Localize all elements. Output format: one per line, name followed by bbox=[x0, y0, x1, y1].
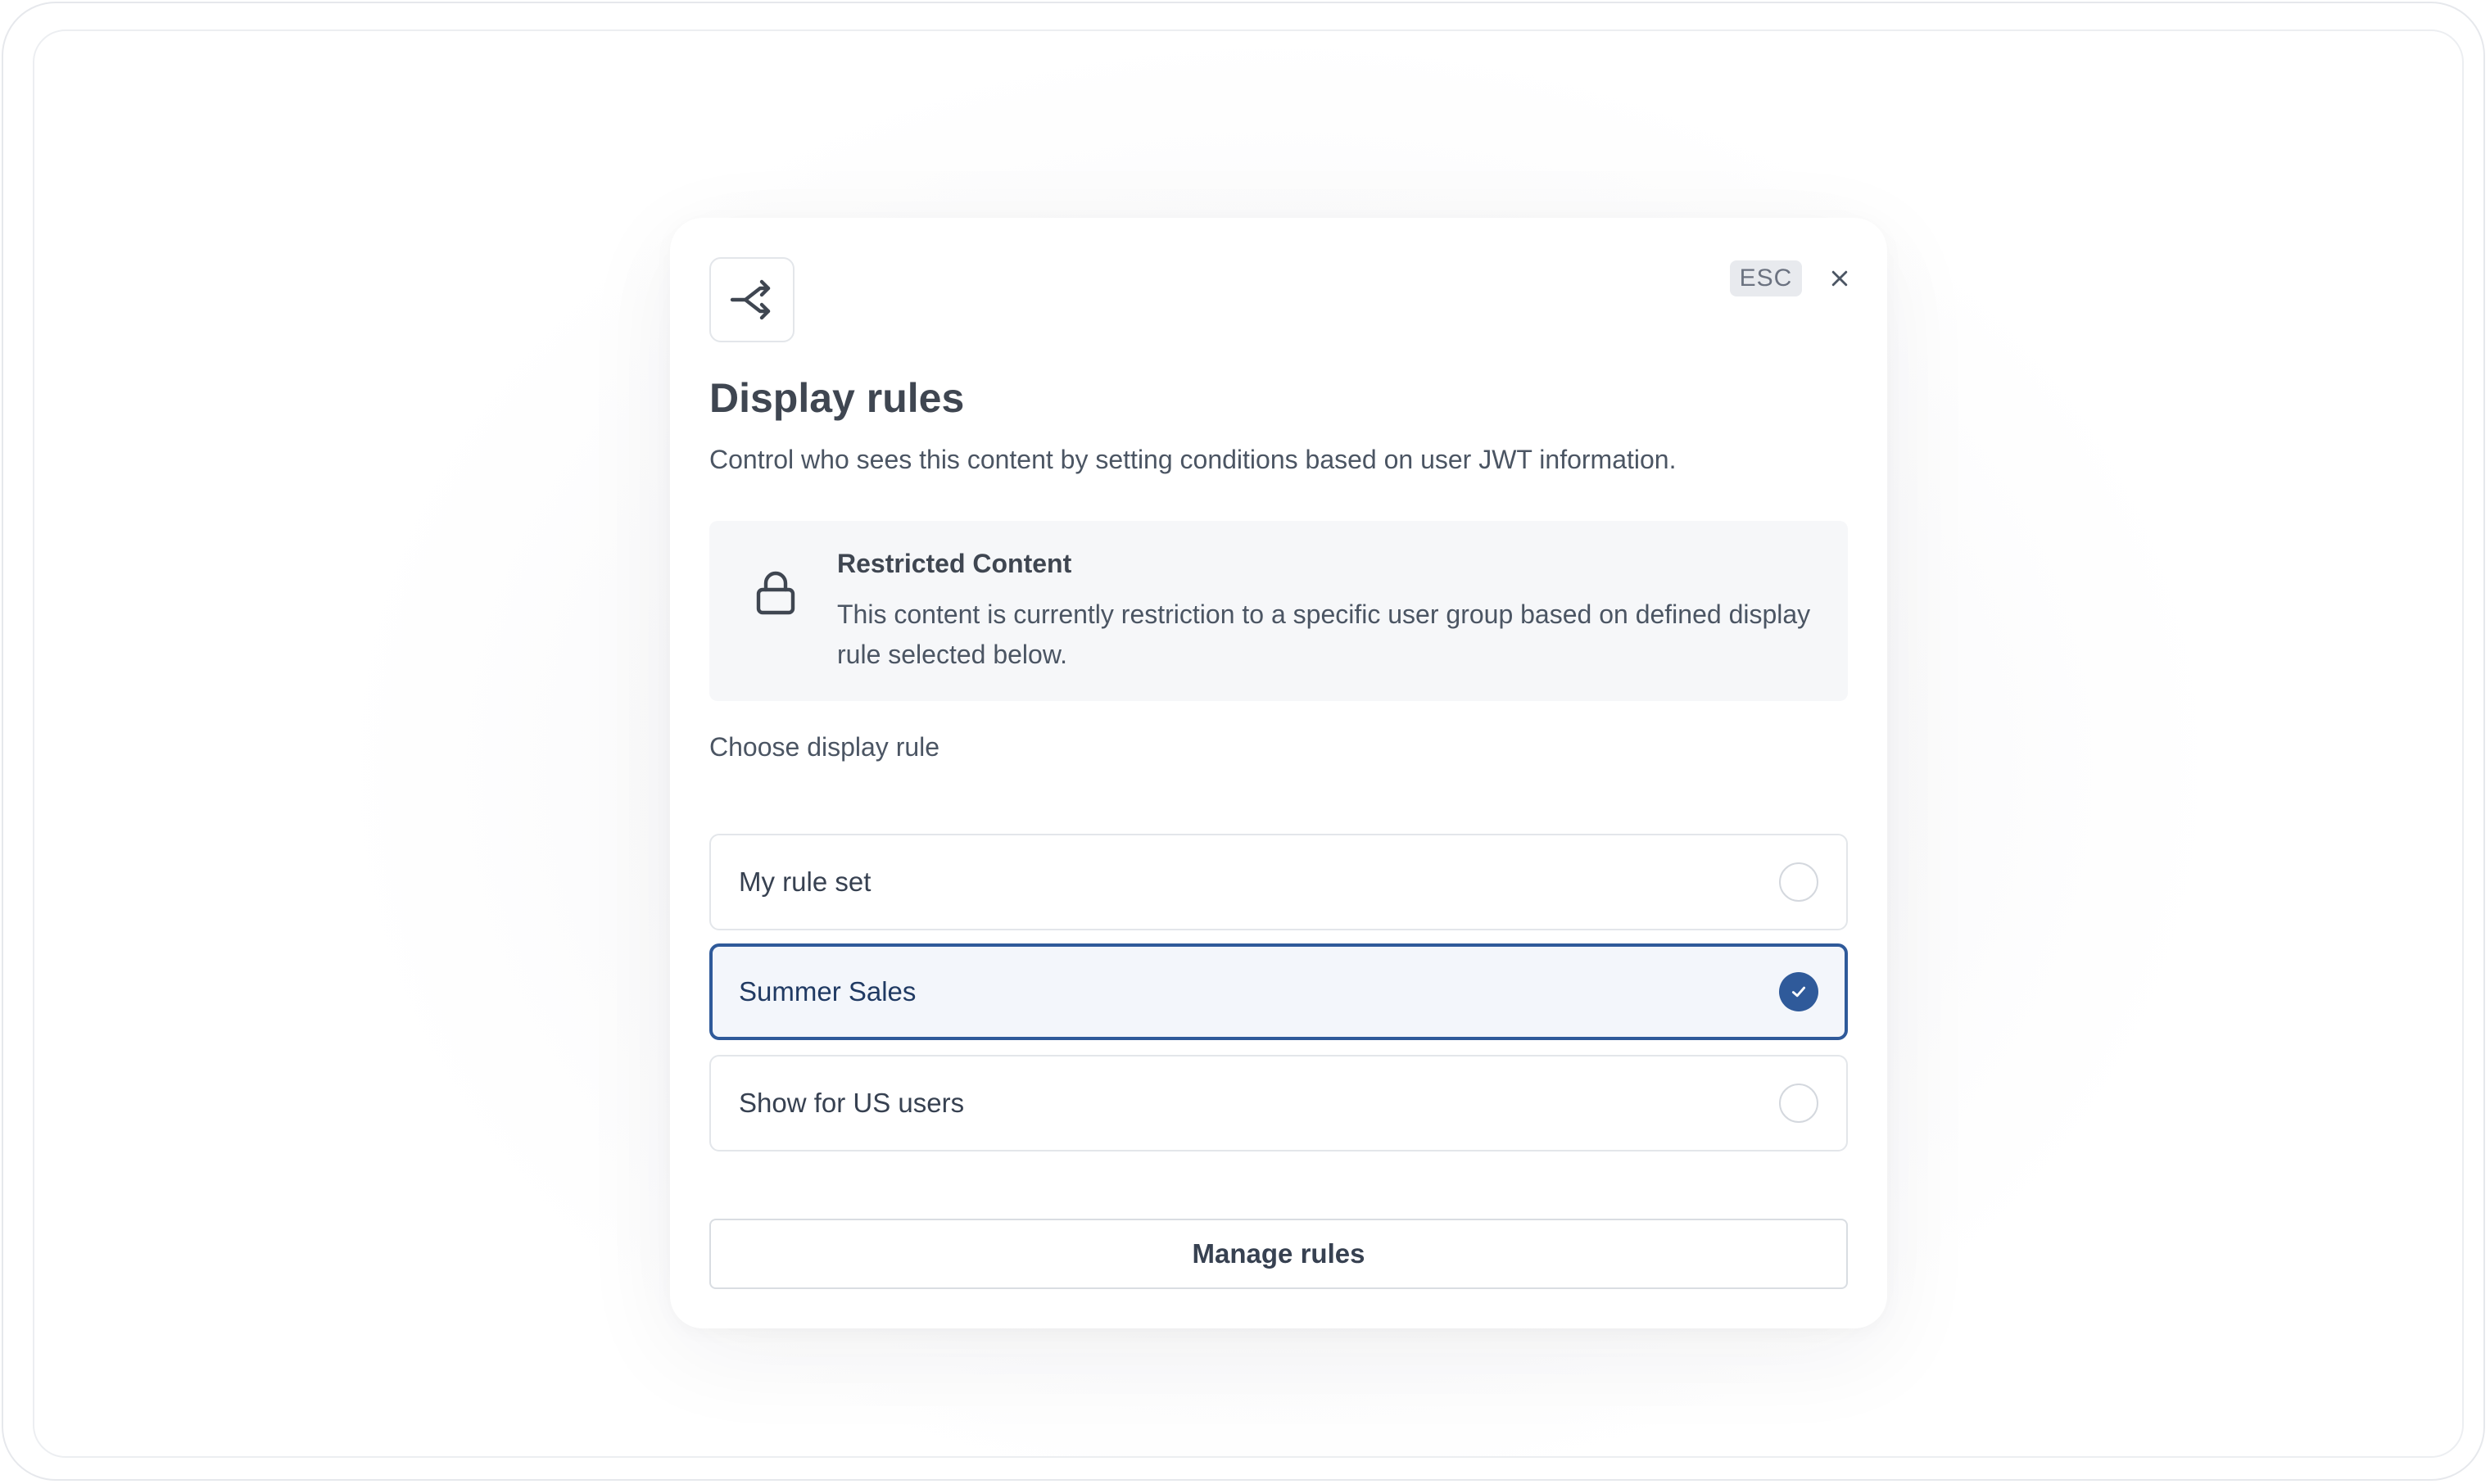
restricted-content-notice: Restricted Content This content is curre… bbox=[709, 521, 1848, 701]
manage-rules-button[interactable]: Manage rules bbox=[709, 1219, 1848, 1289]
rule-option-summer-sales[interactable]: Summer Sales bbox=[709, 943, 1848, 1040]
rule-option-label: My rule set bbox=[739, 866, 872, 897]
notice-body: This content is currently restriction to… bbox=[837, 599, 1811, 669]
checkmark-icon bbox=[1791, 986, 1806, 998]
backdrop: ESC Display rules Control who sees this … bbox=[33, 29, 2464, 1458]
window-frame: ESC Display rules Control who sees this … bbox=[2, 2, 2485, 1481]
close-icon bbox=[1831, 270, 1848, 287]
modal-title: Display rules bbox=[709, 375, 965, 421]
close-button[interactable] bbox=[1823, 262, 1856, 295]
notice-title: Restricted Content bbox=[837, 549, 1072, 578]
esc-key-hint: ESC bbox=[1730, 260, 1802, 296]
rule-option-my-rule-set[interactable]: My rule set bbox=[709, 834, 1848, 930]
rule-option-label: Summer Sales bbox=[739, 976, 917, 1007]
rule-option-show-for-us-users[interactable]: Show for US users bbox=[709, 1055, 1848, 1151]
rule-option-label: Show for US users bbox=[739, 1088, 965, 1118]
display-rules-modal: ESC Display rules Control who sees this … bbox=[670, 218, 1887, 1328]
radio-button-selected[interactable] bbox=[1779, 972, 1818, 1011]
radio-button[interactable] bbox=[1779, 862, 1818, 902]
split-arrows-icon bbox=[709, 257, 795, 342]
lock-icon bbox=[756, 571, 795, 615]
radio-button[interactable] bbox=[1779, 1084, 1818, 1123]
choose-rule-label: Choose display rule bbox=[709, 732, 940, 762]
modal-subtitle: Control who sees this content by setting… bbox=[709, 445, 1677, 474]
